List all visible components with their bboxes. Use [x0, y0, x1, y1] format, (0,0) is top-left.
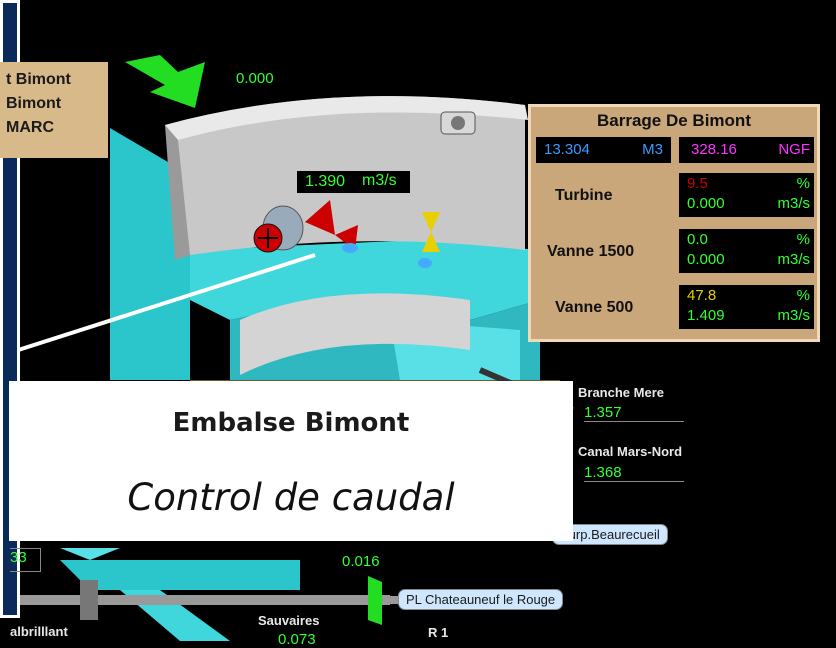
top-flow-value: 0.000	[236, 70, 274, 87]
vanne-1500-display: 0.0 % 0.000 m3/s	[679, 229, 814, 273]
turbine-pct: 9.5	[687, 175, 708, 192]
flow-arrow-bottom	[368, 576, 382, 625]
vanne-500-pct: 47.8	[687, 287, 717, 304]
center-flow-display: 1.390 m3/s	[296, 170, 411, 194]
vanne-500-pct-unit: %	[796, 287, 810, 304]
flow-arrow-top	[125, 55, 205, 108]
bottom-flow-value: 0.016	[342, 553, 380, 570]
turbine-label: Turbine	[555, 187, 613, 204]
turbine-pct-unit: %	[796, 175, 810, 192]
pl-chateauneuf-tag[interactable]: PL Chateauneuf le Rouge	[398, 589, 564, 610]
valbrillant-label: albrilllant	[10, 624, 68, 639]
left-tag-line-2: Bimont	[6, 95, 62, 112]
title-banner: Embalse Bimont Control de caudal	[9, 381, 573, 541]
vanne-500-label: Vanne 500	[555, 299, 634, 316]
barrage-title: Barrage De Bimont	[597, 111, 751, 130]
left-tag-line-1: t Bimont	[6, 71, 71, 88]
left-station-tag: t Bimont Bimont MARC	[0, 62, 108, 158]
r1-label: R 1	[428, 625, 449, 640]
vanne-500-flow: 1.409	[687, 307, 725, 324]
camera-icon	[440, 111, 476, 135]
left-tag-line-3: MARC	[6, 119, 54, 136]
vanne-1500-label: Vanne 1500	[547, 243, 635, 260]
banner-subtitle: Control de caudal	[127, 476, 455, 519]
turbine-flow: 0.000	[687, 195, 725, 212]
center-flow-value: 1.390	[305, 173, 346, 190]
canal-mars-nord-label: Canal Mars-Nord	[578, 444, 683, 459]
branche-mere-value: 1.357	[584, 404, 684, 422]
bottom-left-value: 33	[10, 548, 41, 572]
vanne-1500-pct-unit: %	[796, 231, 810, 248]
vanne-1500-flow: 0.000	[687, 251, 725, 268]
turbine-display: 9.5 % 0.000 m3/s	[679, 173, 814, 217]
volume-display: 13.304 M3	[536, 137, 671, 163]
turbine-flow-unit: m3/s	[777, 195, 810, 212]
branche-mere-label: Branche Mere	[578, 385, 664, 400]
volume-value: 13.304	[544, 141, 590, 158]
volume-unit: M3	[642, 141, 663, 158]
sauvaires-value: 0.073	[278, 631, 316, 648]
level-value: 328.16	[691, 141, 737, 158]
sauvaires-label: Sauvaires	[258, 613, 320, 628]
vanne-500-flow-unit: m3/s	[777, 307, 810, 324]
level-display: 328.16 NGF	[679, 137, 814, 163]
banner-title: Embalse Bimont	[172, 408, 410, 438]
center-flow-unit: m3/s	[362, 172, 397, 189]
vanne-1500-pct: 0.0	[687, 231, 708, 248]
vanne-500-display: 47.8 % 1.409 m3/s	[679, 285, 814, 329]
vanne-1500-flow-unit: m3/s	[777, 251, 810, 268]
canal-mars-nord-value: 1.368	[584, 464, 684, 482]
level-unit: NGF	[778, 141, 810, 158]
barrage-panel: Barrage De Bimont 13.304 M3 328.16 NGF T…	[528, 104, 820, 342]
